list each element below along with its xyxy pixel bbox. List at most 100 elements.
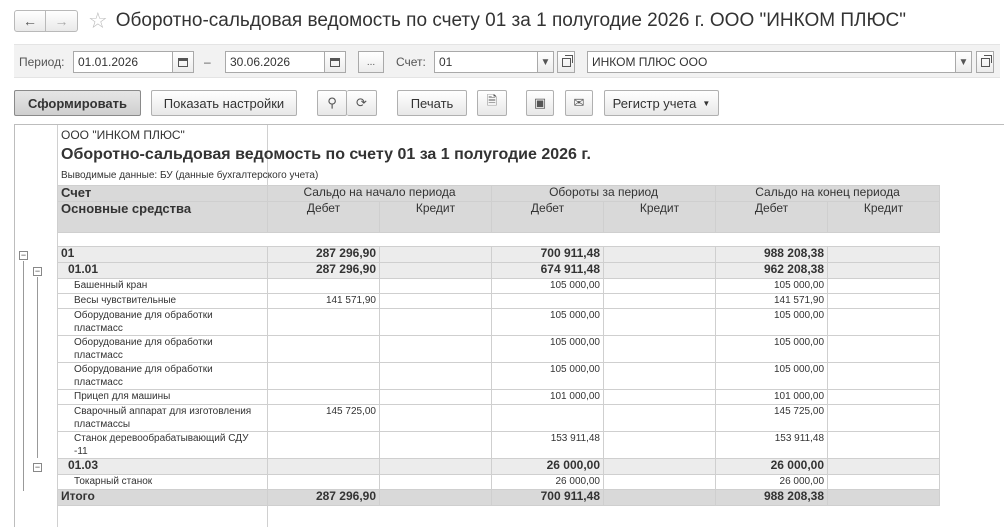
generate-button[interactable]: Сформировать [14,90,141,116]
row-closing-credit [827,474,941,490]
row-opening-debit [267,278,380,294]
favorite-star-icon[interactable]: ☆ [88,10,108,32]
row-opening-debit [267,458,380,475]
row-turnover-credit [602,474,717,490]
group-row: 01 287 296,90 700 911,48 988 208,38 [57,246,941,263]
register-label: Регистр учета [612,95,697,111]
date-to-calendar-button[interactable] [324,51,346,73]
print-preview-icon: 🗎 [486,93,498,108]
row-opening-debit [267,308,380,336]
row-opening-credit [379,389,492,405]
col-opening-debit: Дебет [267,201,380,233]
row-account: Итого [57,489,268,506]
search-button[interactable]: ⚲ [317,90,347,116]
row-turnover-debit: 26 000,00 [491,458,604,475]
row-turnover-debit: 105 000,00 [491,308,604,336]
col-turnover-header: Обороты за период [490,185,717,202]
report-area[interactable]: ООО "ИНКОМ ПЛЮС" Оборотно-сальдовая ведо… [14,124,1004,527]
date-from-calendar-button[interactable] [172,51,194,73]
register-dropdown-button[interactable]: Регистр учета ▼ [604,90,719,116]
row-closing-debit: 105 000,00 [715,335,829,363]
row-closing-debit: 962 208,38 [715,262,829,279]
row-account: 01 [57,246,268,263]
email-button[interactable]: ✉ [565,90,593,116]
account-open-button[interactable] [557,51,575,73]
group-row: 01.01 287 296,90 674 911,48 962 208,38 [57,262,941,279]
row-turnover-debit: 153 911,48 [491,431,604,459]
date-from-field[interactable]: 01.01.2026 [73,51,173,73]
organization-dropdown-button[interactable]: ▼ [955,51,972,73]
row-closing-debit: 105 000,00 [715,308,829,336]
row-account: 01.01 [57,262,268,279]
search-next-button[interactable]: ⟳ [347,90,377,116]
row-closing-debit: 988 208,38 [715,246,829,263]
col-opening-balance-header: Сальдо на начало периода [267,185,492,202]
preview-button[interactable]: 🗎 [477,90,507,116]
forward-button[interactable]: → [46,10,78,32]
collapse-group-button[interactable]: − [19,250,28,260]
row-turnover-debit: 105 000,00 [491,278,604,294]
row-opening-debit: 287 296,90 [267,489,380,506]
row-opening-debit [267,431,380,459]
row-opening-credit [379,335,492,363]
period-select-button[interactable]: ... [358,51,384,73]
floppy-disk-icon: ▣ [533,95,547,110]
row-account: 01.03 [57,458,268,475]
collapse-group-button[interactable]: − [33,462,42,472]
row-opening-credit [379,246,492,263]
col-turnover-debit: Дебет [491,201,604,233]
row-closing-credit [827,389,941,405]
row-turnover-credit [602,335,717,363]
row-opening-credit [379,474,492,490]
row-account: Оборудование для обработки пластмасс [57,335,268,363]
arrow-right-icon: → [54,13,69,29]
date-to-field[interactable]: 30.06.2026 [225,51,325,73]
calendar-icon [178,57,188,67]
row-account: Оборудование для обработки пластмасс [57,362,268,390]
row-opening-debit: 287 296,90 [267,246,380,263]
row-turnover-credit [602,293,717,309]
col-closing-debit: Дебет [715,201,829,233]
row-turnover-credit [602,489,717,506]
table-row: Сварочный аппарат для изготовления пласт… [57,404,941,432]
row-turnover-credit [602,308,717,336]
row-turnover-debit: 105 000,00 [491,362,604,390]
open-icon [980,54,992,67]
print-button[interactable]: Печать [397,90,467,116]
row-opening-credit [379,262,492,279]
collapse-group-button[interactable]: − [33,266,42,276]
row-opening-debit [267,362,380,390]
row-account: Станок деревообрабатывающий СДУ -11 [57,431,268,459]
organization-open-button[interactable] [976,51,994,73]
period-label: Период: [19,55,65,69]
save-button[interactable]: ▣ [526,90,554,116]
row-turnover-debit: 101 000,00 [491,389,604,405]
col-closing-balance-header: Сальдо на конец периода [715,185,941,202]
table-row: Башенный кран 105 000,00 105 000,00 [57,278,941,294]
envelope-icon: ✉ [573,95,585,110]
row-account: Весы чувствительные [57,293,268,309]
account-field[interactable]: 01 [434,51,538,73]
row-closing-credit [827,293,941,309]
show-settings-button[interactable]: Показать настройки [151,90,297,116]
table-row: Оборудование для обработки пластмасс 105 … [57,362,941,390]
open-icon [561,54,573,67]
row-opening-credit [379,308,492,336]
table-row: Токарный станок 26 000,00 26 000,00 [57,474,941,490]
row-turnover-credit [602,362,717,390]
row-turnover-credit [602,278,717,294]
chevron-down-icon: ▼ [958,56,969,68]
account-dropdown-button[interactable]: ▼ [537,51,554,73]
row-opening-debit: 141 571,90 [267,293,380,309]
report-output-data: Выводимые данные: БУ (данные бухгалтерск… [61,170,319,181]
back-button[interactable]: ← [14,10,46,32]
row-closing-credit [827,362,941,390]
row-closing-credit [827,335,941,363]
organization-field[interactable]: ИНКОМ ПЛЮС ООО [587,51,956,73]
row-turnover-credit [602,431,717,459]
title-bar: ← → ☆ Оборотно-сальдовая ведомость по сч… [0,0,1004,42]
row-opening-debit: 287 296,90 [267,262,380,279]
row-closing-credit [827,278,941,294]
row-closing-debit: 105 000,00 [715,278,829,294]
col-turnover-credit: Кредит [602,201,717,233]
